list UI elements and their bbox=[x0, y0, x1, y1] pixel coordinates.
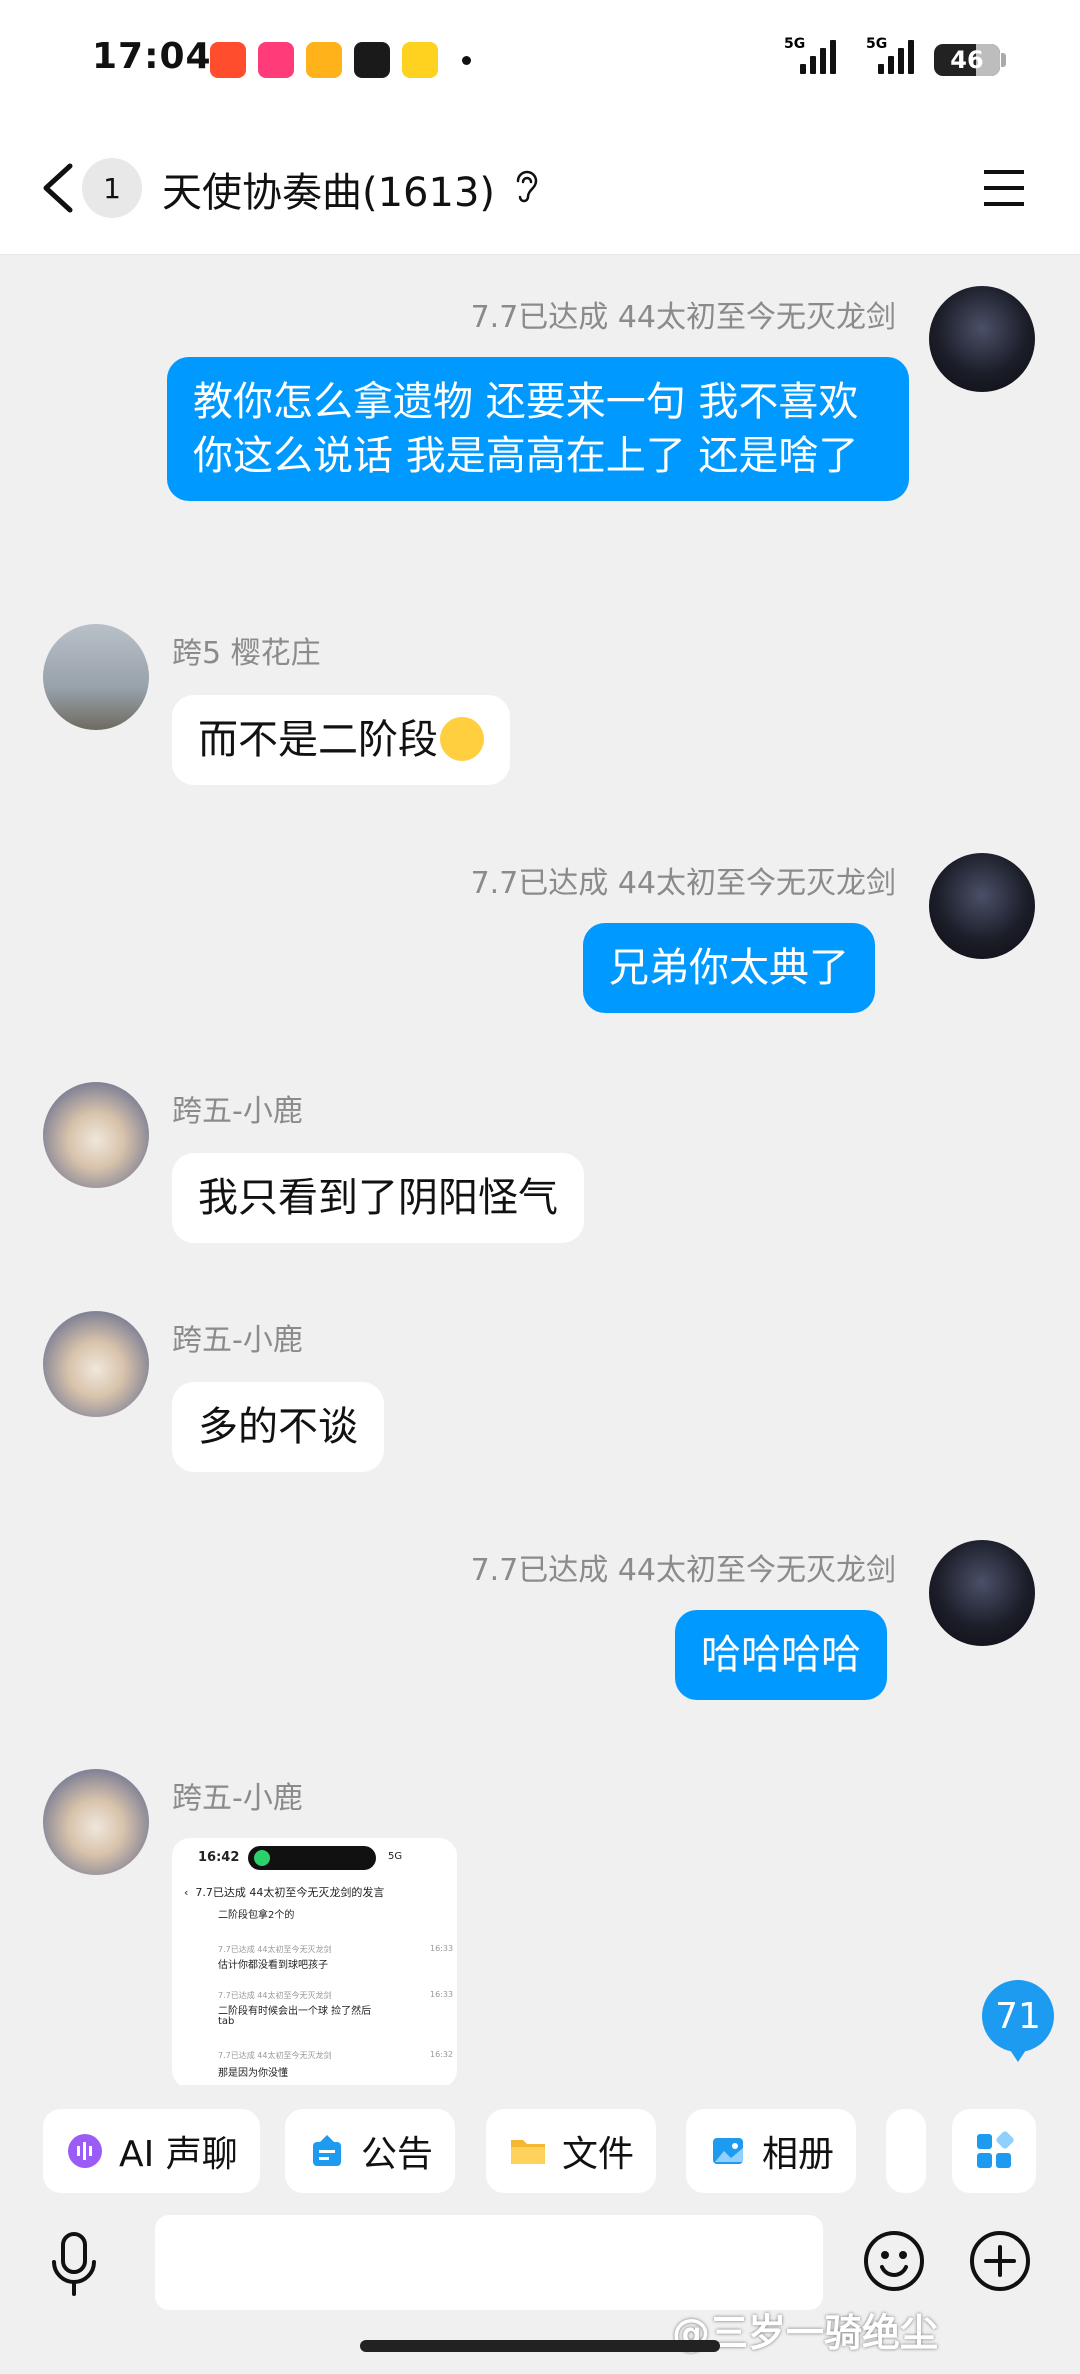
notification-icons bbox=[210, 42, 471, 78]
thumb-meta: 7.7已达成 44太初至今无灭龙剑 bbox=[218, 1991, 332, 2000]
sender-name: 7.7已达成 44太初至今无灭龙剑 bbox=[470, 300, 896, 335]
apps-button[interactable] bbox=[952, 2109, 1036, 2193]
thumb-dynamic-island bbox=[248, 1846, 376, 1870]
chip-label: AI 声聊 bbox=[119, 2134, 238, 2175]
battery-tip bbox=[1001, 53, 1006, 67]
message-bubble[interactable]: 我只看到了阴阳怪气 bbox=[172, 1153, 584, 1243]
message-bubble[interactable]: 而不是二阶段 bbox=[172, 695, 510, 785]
image-message[interactable]: 16:42 5G ‹ 7.7已达成 44太初至今无灭龙剑的发言 二阶段包拿2个的… bbox=[172, 1838, 457, 2088]
thumb-meta: 7.7已达成 44太初至今无灭龙剑 bbox=[218, 2051, 332, 2060]
avatar[interactable] bbox=[43, 1082, 149, 1188]
files-button[interactable]: 文件 bbox=[486, 2109, 657, 2193]
media-app-icon bbox=[306, 42, 342, 78]
status-time: 17:04 bbox=[92, 36, 212, 77]
more-notifications-icon bbox=[462, 55, 471, 65]
album-button[interactable]: 相册 bbox=[686, 2109, 857, 2193]
folder-icon bbox=[508, 2131, 548, 2171]
avatar[interactable] bbox=[43, 1769, 149, 1875]
menu-icon[interactable] bbox=[980, 164, 1028, 212]
apps-grid-icon bbox=[977, 2131, 1014, 2168]
quick-toolbar: AI 声聊 公告 文件 相册 bbox=[0, 2085, 1080, 2215]
status-bar: 17:04 5G 5G 46 bbox=[0, 0, 1080, 120]
thumb-line: 那是因为你没懂 bbox=[218, 2068, 288, 2079]
avatar[interactable] bbox=[43, 1311, 149, 1417]
chip-label: 文件 bbox=[562, 2134, 635, 2175]
chip-label: 相册 bbox=[762, 2134, 835, 2175]
signal-icon-2: 5G bbox=[866, 36, 914, 74]
chip-label: 公告 bbox=[361, 2134, 434, 2175]
thumb-ts: 16:33 bbox=[430, 1990, 454, 1999]
message-bubble[interactable]: 多的不谈 bbox=[172, 1382, 384, 1472]
smirk-emoji-icon bbox=[440, 717, 484, 761]
avatar[interactable] bbox=[929, 1540, 1035, 1646]
plus-icon[interactable] bbox=[968, 2229, 1032, 2293]
shopping-app-icon bbox=[258, 42, 294, 78]
message-bubble[interactable]: 兄弟你太典了 bbox=[583, 923, 875, 1013]
thumb-line: 估计你都没看到球吧孩子 bbox=[218, 1960, 328, 1971]
thumb-time: 16:42 bbox=[198, 1850, 240, 1865]
message-input[interactable] bbox=[155, 2215, 823, 2310]
sender-name: 跨五-小鹿 bbox=[172, 1094, 303, 1129]
avatar[interactable] bbox=[929, 286, 1035, 392]
emoji-icon[interactable] bbox=[862, 2229, 926, 2293]
battery-icon: 46 bbox=[934, 44, 1000, 76]
wechat-icon bbox=[254, 1850, 270, 1866]
announcement-icon bbox=[307, 2131, 347, 2171]
chat-header: 1 天使协奏曲(1613) bbox=[0, 120, 1080, 255]
avatar[interactable] bbox=[929, 853, 1035, 959]
more-tool-partial[interactable] bbox=[886, 2109, 926, 2193]
unread-badge[interactable]: 1 bbox=[82, 158, 142, 218]
home-indicator[interactable] bbox=[360, 2340, 720, 2352]
message-text: 而不是二阶段 bbox=[198, 717, 438, 763]
announcement-button[interactable]: 公告 bbox=[285, 2109, 456, 2193]
unread-count-button[interactable]: 71 bbox=[982, 1980, 1054, 2062]
sender-name: 7.7已达成 44太初至今无灭龙剑 bbox=[470, 1553, 896, 1588]
back-arrow-icon[interactable] bbox=[38, 160, 78, 216]
ear-icon bbox=[516, 170, 538, 203]
microphone-icon[interactable] bbox=[46, 2230, 102, 2300]
thumb-status: 5G bbox=[388, 1851, 403, 1862]
thumb-title: ‹ 7.7已达成 44太初至今无灭龙剑的发言 bbox=[184, 1886, 385, 1899]
thumb-line: 二阶段包拿2个的 bbox=[218, 1910, 295, 1921]
sender-name: 7.7已达成 44太初至今无灭龙剑 bbox=[470, 866, 896, 901]
thumb-meta: 7.7已达成 44太初至今无灭龙剑 bbox=[218, 1945, 332, 1954]
avatar[interactable] bbox=[43, 624, 149, 730]
sender-name: 跨五-小鹿 bbox=[172, 1781, 303, 1816]
signal-icon: 5G bbox=[784, 36, 836, 74]
album-icon bbox=[708, 2131, 748, 2171]
ai-voice-icon bbox=[65, 2131, 105, 2171]
thumb-line: 二阶段有时候会出一个球 捡了然后 bbox=[218, 2006, 372, 2017]
ai-voice-chat-button[interactable]: AI 声聊 bbox=[43, 2109, 260, 2193]
sender-name: 跨五-小鹿 bbox=[172, 1323, 303, 1358]
group-title[interactable]: 天使协奏曲(1613) bbox=[162, 160, 495, 218]
message-bubble[interactable]: 哈哈哈哈 bbox=[675, 1610, 887, 1700]
thumb-ts: 16:33 bbox=[430, 1944, 454, 1953]
message-bubble[interactable]: 教你怎么拿遗物 还要来一句 我不喜欢你这么说话 我是高高在上了 还是啥了 bbox=[167, 357, 909, 501]
weibo-app-icon bbox=[402, 42, 438, 78]
video-app-icon bbox=[210, 42, 246, 78]
news-app-icon bbox=[354, 42, 390, 78]
thumb-ts: 16:32 bbox=[430, 2050, 454, 2059]
thumb-line: tab bbox=[218, 2016, 235, 2027]
sender-name: 跨5 樱花庄 bbox=[172, 636, 321, 671]
